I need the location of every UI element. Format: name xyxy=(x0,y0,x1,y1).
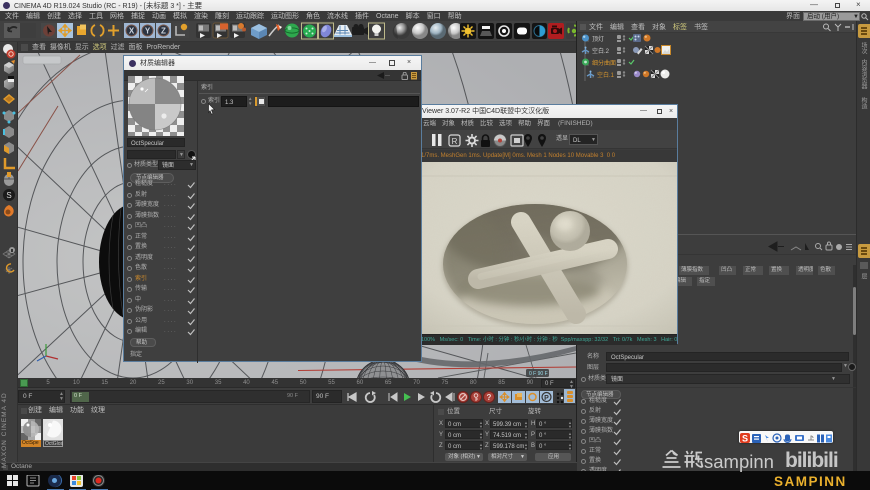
svg-text:?: ? xyxy=(487,393,492,402)
svg-text:0 F 90 F: 0 F 90 F xyxy=(529,371,548,377)
svg-text:R: R xyxy=(452,137,458,146)
svg-text:Z: Z xyxy=(161,27,166,36)
svg-text:P: P xyxy=(544,395,549,402)
svg-text:X: X xyxy=(129,27,135,36)
svg-text:S: S xyxy=(6,191,11,200)
svg-text:Y: Y xyxy=(145,27,151,36)
svg-text:细分曲面: 细分曲面 xyxy=(592,59,616,67)
svg-text:空白.2: 空白.2 xyxy=(592,47,610,55)
svg-text:顶灯: 顶灯 xyxy=(592,35,604,43)
svg-text:空白.1: 空白.1 xyxy=(597,71,615,79)
